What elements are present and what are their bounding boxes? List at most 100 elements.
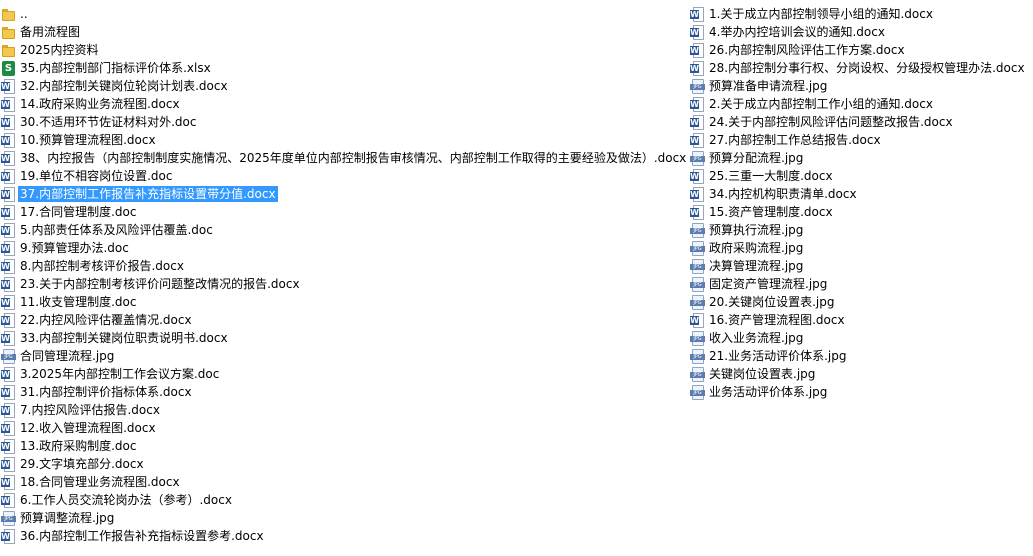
file-item[interactable]: W 36.内部控制工作报告补充指标设置参考.docx xyxy=(1,527,689,545)
file-item[interactable]: JPG 20.关键岗位设置表.jpg xyxy=(690,293,1033,311)
file-name-label: 18.合同管理业务流程图.docx xyxy=(20,475,180,489)
file-item[interactable]: W 7.内控风险评估报告.docx xyxy=(1,401,689,419)
folder-item[interactable]: 备用流程图 xyxy=(1,23,689,41)
file-item[interactable]: W 15.资产管理制度.docx xyxy=(690,203,1033,221)
folder-item[interactable]: 2025内控资料 xyxy=(1,41,689,59)
word-file-icon: W xyxy=(1,384,16,400)
file-name-label: 1.关于成立内部控制领导小组的通知.docx xyxy=(709,7,933,21)
jpg-file-icon: JPG xyxy=(690,258,705,274)
file-name-label: 15.资产管理制度.docx xyxy=(709,205,833,219)
file-item[interactable]: W 13.政府采购制度.doc xyxy=(1,437,689,455)
file-name-label: 21.业务活动评价体系.jpg xyxy=(709,349,847,363)
file-item[interactable]: W 23.关于内部控制考核评价问题整改情况的报告.docx xyxy=(1,275,689,293)
file-item[interactable]: JPG 固定资产管理流程.jpg xyxy=(690,275,1033,293)
file-item[interactable]: JPG 决算管理流程.jpg xyxy=(690,257,1033,275)
word-file-icon: W xyxy=(690,24,705,40)
folder-icon xyxy=(1,43,16,58)
file-item[interactable]: JPG 合同管理流程.jpg xyxy=(1,347,689,365)
file-item[interactable]: W 17.合同管理制度.doc xyxy=(1,203,689,221)
file-name-label: 24.关于内部控制风险评估问题整改报告.docx xyxy=(709,115,953,129)
word-file-icon: W xyxy=(1,96,16,112)
jpg-file-icon: JPG xyxy=(690,240,705,256)
file-item[interactable]: W 33.内部控制关键岗位职责说明书.docx xyxy=(1,329,689,347)
file-item[interactable]: JPG 预算执行流程.jpg xyxy=(690,221,1033,239)
file-name-label: 2.关于成立内部控制工作小组的通知.docx xyxy=(709,97,933,111)
jpg-file-icon: JPG xyxy=(690,366,705,382)
file-item[interactable]: W 12.收入管理流程图.docx xyxy=(1,419,689,437)
word-file-icon: W xyxy=(690,132,705,148)
file-item[interactable]: W 14.政府采购业务流程图.docx xyxy=(1,95,689,113)
file-item[interactable]: W 4.举办内控培训会议的通知.docx xyxy=(690,23,1033,41)
jpg-file-icon: JPG xyxy=(1,510,16,526)
word-file-icon: W xyxy=(1,474,16,490)
file-item[interactable]: W 29.文字填充部分.docx xyxy=(1,455,689,473)
file-item[interactable]: W 9.预算管理办法.doc xyxy=(1,239,689,257)
file-item[interactable]: W 3.2025年内部控制工作会议方案.doc xyxy=(1,365,689,383)
file-name-label: 17.合同管理制度.doc xyxy=(20,205,137,219)
file-name-label: 13.政府采购制度.doc xyxy=(20,439,137,453)
file-item[interactable]: JPG 预算准备申请流程.jpg xyxy=(690,77,1033,95)
file-item[interactable]: W 32.内部控制关键岗位轮岗计划表.docx xyxy=(1,77,689,95)
file-item[interactable]: W 30.不适用环节佐证材料对外.doc xyxy=(1,113,689,131)
file-name-label: 预算执行流程.jpg xyxy=(709,223,804,237)
file-name-label: 23.关于内部控制考核评价问题整改情况的报告.docx xyxy=(20,277,300,291)
word-file-icon: W xyxy=(1,150,16,166)
file-item[interactable]: W 25.三重一大制度.docx xyxy=(690,167,1033,185)
file-item[interactable]: W 5.内部责任体系及风险评估覆盖.doc xyxy=(1,221,689,239)
file-name-label: 38、内控报告（内部控制制度实施情况、2025年度单位内部控制报告审核情况、内部… xyxy=(20,151,687,165)
word-file-icon: W xyxy=(690,186,705,202)
word-file-icon: W xyxy=(1,276,16,292)
file-item[interactable]: W 28.内部控制分事行权、分岗设权、分级授权管理办法.docx xyxy=(690,59,1033,77)
file-item[interactable]: W 10.预算管理流程图.docx xyxy=(1,131,689,149)
file-item[interactable]: W 38、内控报告（内部控制制度实施情况、2025年度单位内部控制报告审核情况、内… xyxy=(1,149,689,167)
file-item[interactable]: W 27.内部控制工作总结报告.docx xyxy=(690,131,1033,149)
folder-icon xyxy=(1,7,16,22)
file-name-label: 19.单位不相容岗位设置.doc xyxy=(20,169,173,183)
word-file-icon: W xyxy=(1,330,16,346)
file-item[interactable]: W 8.内部控制考核评价报告.docx xyxy=(1,257,689,275)
jpg-file-icon: JPG xyxy=(1,348,16,364)
word-file-icon: W xyxy=(1,438,16,454)
file-item[interactable]: W 16.资产管理流程图.docx xyxy=(690,311,1033,329)
file-item[interactable]: W 26.内部控制风险评估工作方案.docx xyxy=(690,41,1033,59)
word-file-icon: W xyxy=(690,204,705,220)
file-item[interactable]: S 35.内部控制部门指标评价体系.xlsx xyxy=(1,59,689,77)
file-item[interactable]: JPG 收入业务流程.jpg xyxy=(690,329,1033,347)
file-item[interactable]: JPG 关键岗位设置表.jpg xyxy=(690,365,1033,383)
file-item[interactable]: W 18.合同管理业务流程图.docx xyxy=(1,473,689,491)
file-item[interactable]: JPG 预算分配流程.jpg xyxy=(690,149,1033,167)
file-item[interactable]: JPG 21.业务活动评价体系.jpg xyxy=(690,347,1033,365)
file-item[interactable]: W 22.内控风险评估覆盖情况.docx xyxy=(1,311,689,329)
file-item[interactable]: W 31.内部控制评价指标体系.docx xyxy=(1,383,689,401)
file-item[interactable]: W 6.工作人员交流轮岗办法（参考）.docx xyxy=(1,491,689,509)
file-name-label: 26.内部控制风险评估工作方案.docx xyxy=(709,43,905,57)
jpg-file-icon: JPG xyxy=(690,276,705,292)
file-item[interactable]: W 1.关于成立内部控制领导小组的通知.docx xyxy=(690,5,1033,23)
file-name-label: 11.收支管理制度.doc xyxy=(20,295,137,309)
file-name-label: 37.内部控制工作报告补充指标设置带分值.docx xyxy=(18,186,278,202)
file-item[interactable]: JPG 政府采购流程.jpg xyxy=(690,239,1033,257)
file-name-label: .. xyxy=(20,7,28,21)
file-name-label: 固定资产管理流程.jpg xyxy=(709,277,828,291)
file-name-label: 备用流程图 xyxy=(20,25,81,39)
file-name-label: 3.2025年内部控制工作会议方案.doc xyxy=(20,367,220,381)
file-item[interactable]: JPG 业务活动评价体系.jpg xyxy=(690,383,1033,401)
file-name-label: 2025内控资料 xyxy=(20,43,99,57)
file-item[interactable]: W 2.关于成立内部控制工作小组的通知.docx xyxy=(690,95,1033,113)
folder-item[interactable]: .. xyxy=(1,5,689,23)
file-name-label: 29.文字填充部分.docx xyxy=(20,457,144,471)
file-name-label: 预算准备申请流程.jpg xyxy=(709,79,828,93)
file-item[interactable]: W 24.关于内部控制风险评估问题整改报告.docx xyxy=(690,113,1033,131)
jpg-file-icon: JPG xyxy=(690,222,705,238)
file-item[interactable]: W 37.内部控制工作报告补充指标设置带分值.docx xyxy=(1,185,689,203)
file-item[interactable]: JPG 预算调整流程.jpg xyxy=(1,509,689,527)
file-name-label: 收入业务流程.jpg xyxy=(709,331,804,345)
word-file-icon: W xyxy=(690,42,705,58)
jpg-file-icon: JPG xyxy=(690,150,705,166)
file-item[interactable]: W 34.内控机构职责清单.docx xyxy=(690,185,1033,203)
jpg-file-icon: JPG xyxy=(690,348,705,364)
file-item[interactable]: W 11.收支管理制度.doc xyxy=(1,293,689,311)
file-item[interactable]: W 19.单位不相容岗位设置.doc xyxy=(1,167,689,185)
excel-file-icon: S xyxy=(1,60,16,76)
file-list-pane: .. 备用流程图 2025内控资料 S 35.内部控制部门指标评价体系.xlsx W 32.… xyxy=(0,0,1033,556)
